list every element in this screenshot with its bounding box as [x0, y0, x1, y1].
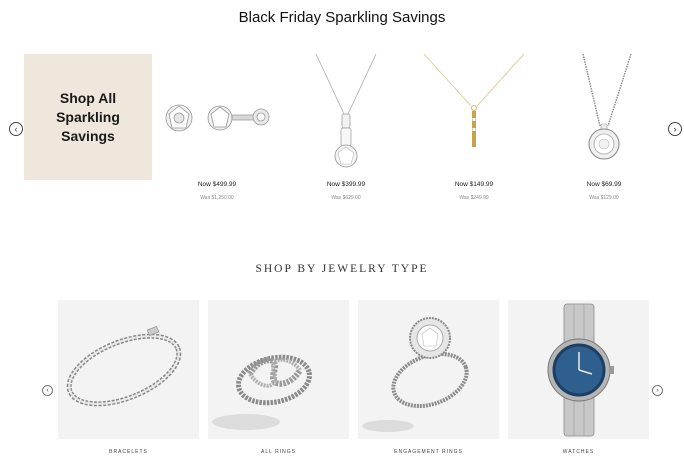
product-card-gold-bar-pendant[interactable]: Now $149.99 Was $249.99 — [419, 48, 529, 208]
category-tile — [208, 300, 349, 439]
chevron-left-icon: ‹ — [14, 123, 18, 134]
shop-all-sparkling-savings-tile[interactable]: Shop All Sparkling Savings — [24, 54, 152, 180]
product-price-was: Was $629.00 — [331, 195, 361, 201]
category-label: WATCHES — [562, 449, 595, 455]
category-bracelets[interactable]: BRACELETS — [58, 300, 199, 460]
promo-title: Black Friday Sparkling Savings — [238, 9, 446, 26]
product-price-was: Was $129.00 — [589, 195, 619, 201]
chevron-left-icon: ‹ — [46, 387, 49, 394]
blue-dial-watch-image — [547, 303, 614, 437]
category-tile — [358, 300, 499, 439]
infinity-ring-image — [212, 354, 313, 430]
tennis-bracelet-image — [66, 325, 182, 407]
category-label: ALL RINGS — [261, 449, 296, 455]
carousel-prev-button[interactable]: ‹ — [9, 122, 23, 136]
product-card-solitaire-pendant[interactable]: Now $399.99 Was $629.00 — [291, 48, 401, 208]
product-price-now: Now $499.99 — [197, 181, 237, 188]
chevron-right-icon: › — [673, 123, 677, 134]
category-all-rings[interactable]: ALL RINGS — [208, 300, 349, 460]
product-price-now: Now $149.99 — [454, 181, 494, 188]
product-price-was: Was $249.99 — [459, 195, 489, 201]
gold-bar-pendant-image — [423, 53, 525, 147]
stud-earrings-image — [165, 104, 270, 132]
category-label: BRACELETS — [109, 449, 148, 455]
product-price-was: Was $1,250.00 — [200, 195, 234, 201]
category-label: ENGAGEMENT RINGS — [394, 449, 463, 455]
category-tile — [58, 300, 199, 439]
carousel-next-button[interactable]: › — [668, 122, 682, 136]
section-title-jewelry-type: SHOP BY JEWELRY TYPE — [255, 263, 429, 275]
halo-pendant-image — [582, 53, 632, 160]
chevron-right-icon: › — [656, 387, 659, 394]
category-prev-button[interactable]: ‹ — [42, 385, 53, 396]
product-card-halo-pendant[interactable]: Now $69.99 Was $129.00 — [549, 48, 659, 208]
category-engagement-rings[interactable]: ENGAGEMENT RINGS — [358, 300, 499, 460]
category-watches[interactable]: WATCHES — [508, 300, 649, 460]
halo-engagement-ring-image — [362, 317, 469, 432]
product-card-stud-earrings[interactable]: Now $499.99 Was $1,250.00 — [162, 48, 272, 208]
product-price-now: Now $399.99 — [326, 181, 366, 188]
category-next-button[interactable]: › — [652, 385, 663, 396]
solitaire-pendant-image — [315, 53, 377, 168]
shop-all-label: Shop All Sparkling Savings — [56, 89, 120, 144]
product-price-now: Now $69.99 — [586, 181, 622, 188]
category-tile — [508, 300, 649, 439]
